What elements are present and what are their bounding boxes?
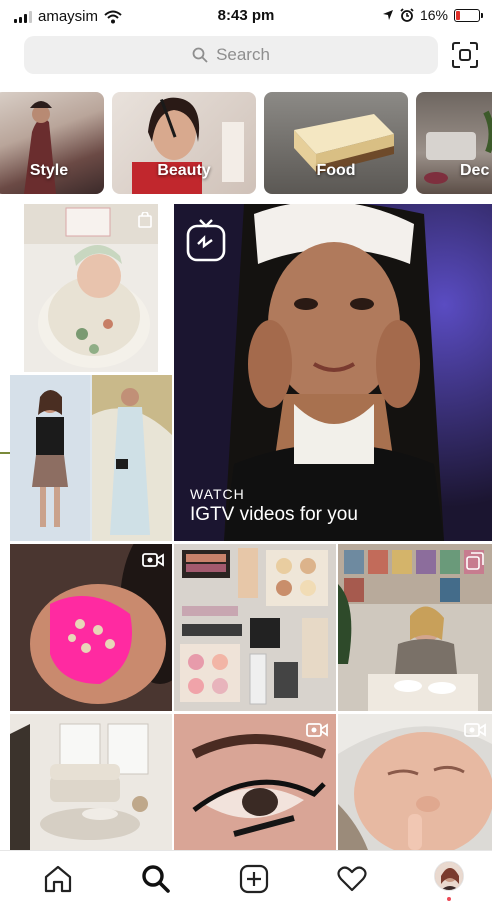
category-label: Beauty <box>157 162 211 179</box>
explore-post-baby-video[interactable] <box>338 714 492 850</box>
battery-percent: 16% <box>419 7 448 23</box>
status-right: 16% <box>382 7 483 23</box>
category-food[interactable]: Food <box>264 92 408 194</box>
shopping-bag-icon <box>138 212 152 228</box>
multiple-photos-icon <box>466 552 484 570</box>
fashion-photo <box>10 375 172 541</box>
status-bar: amaysim 8:43 pm 16% <box>0 0 492 32</box>
igtv-icon <box>186 219 226 262</box>
notification-dot <box>447 897 451 901</box>
explore-post-baby[interactable] <box>24 204 158 372</box>
search-icon[interactable] <box>140 863 172 895</box>
category-label: Dec <box>460 162 490 179</box>
bottom-nav <box>0 850 492 901</box>
home-icon[interactable] <box>42 863 74 895</box>
alarm-icon <box>400 8 414 22</box>
explore-post-sponge-video[interactable] <box>10 544 172 711</box>
explore-post-living-room[interactable] <box>10 714 172 850</box>
scan-icon[interactable] <box>450 40 480 70</box>
search-input[interactable]: Search <box>24 36 438 74</box>
explore-post-eyeliner-video[interactable] <box>174 714 336 850</box>
category-decor[interactable]: Dec <box>416 92 492 194</box>
search-placeholder: Search <box>216 45 270 64</box>
avatar-image <box>435 862 463 890</box>
video-camera-icon <box>142 553 164 567</box>
category-label: Style <box>29 162 69 179</box>
activity-heart-icon[interactable] <box>336 863 368 895</box>
location-arrow-icon <box>382 10 393 20</box>
new-post-icon[interactable] <box>238 863 270 895</box>
battery-level <box>456 10 460 20</box>
igtv-eyebrow: WATCH <box>190 486 245 502</box>
sponge-photo <box>10 544 172 711</box>
igtv-feature-tile[interactable]: WATCH IGTV videos for you <box>174 204 492 541</box>
makeup-flatlay-photo <box>174 544 336 711</box>
video-camera-icon <box>464 723 486 737</box>
profile-avatar[interactable] <box>434 861 464 891</box>
baby-photo <box>24 204 158 372</box>
search-row: Search <box>0 36 492 76</box>
video-camera-icon <box>306 723 328 737</box>
igtv-title: IGTV videos for you <box>190 504 358 525</box>
category-label: Food <box>316 162 356 179</box>
battery-icon <box>454 8 483 22</box>
category-beauty[interactable]: Beauty <box>112 92 256 194</box>
category-style[interactable]: Style <box>0 92 104 194</box>
living-room-photo <box>10 714 172 850</box>
search-icon <box>192 47 208 63</box>
category-carousel: Style Beauty Food Dec <box>0 90 492 196</box>
explore-post-fashion[interactable] <box>10 375 172 541</box>
edge-divider <box>0 452 10 454</box>
explore-post-cafe[interactable] <box>338 544 492 711</box>
explore-post-makeup-flatlay[interactable] <box>174 544 336 711</box>
